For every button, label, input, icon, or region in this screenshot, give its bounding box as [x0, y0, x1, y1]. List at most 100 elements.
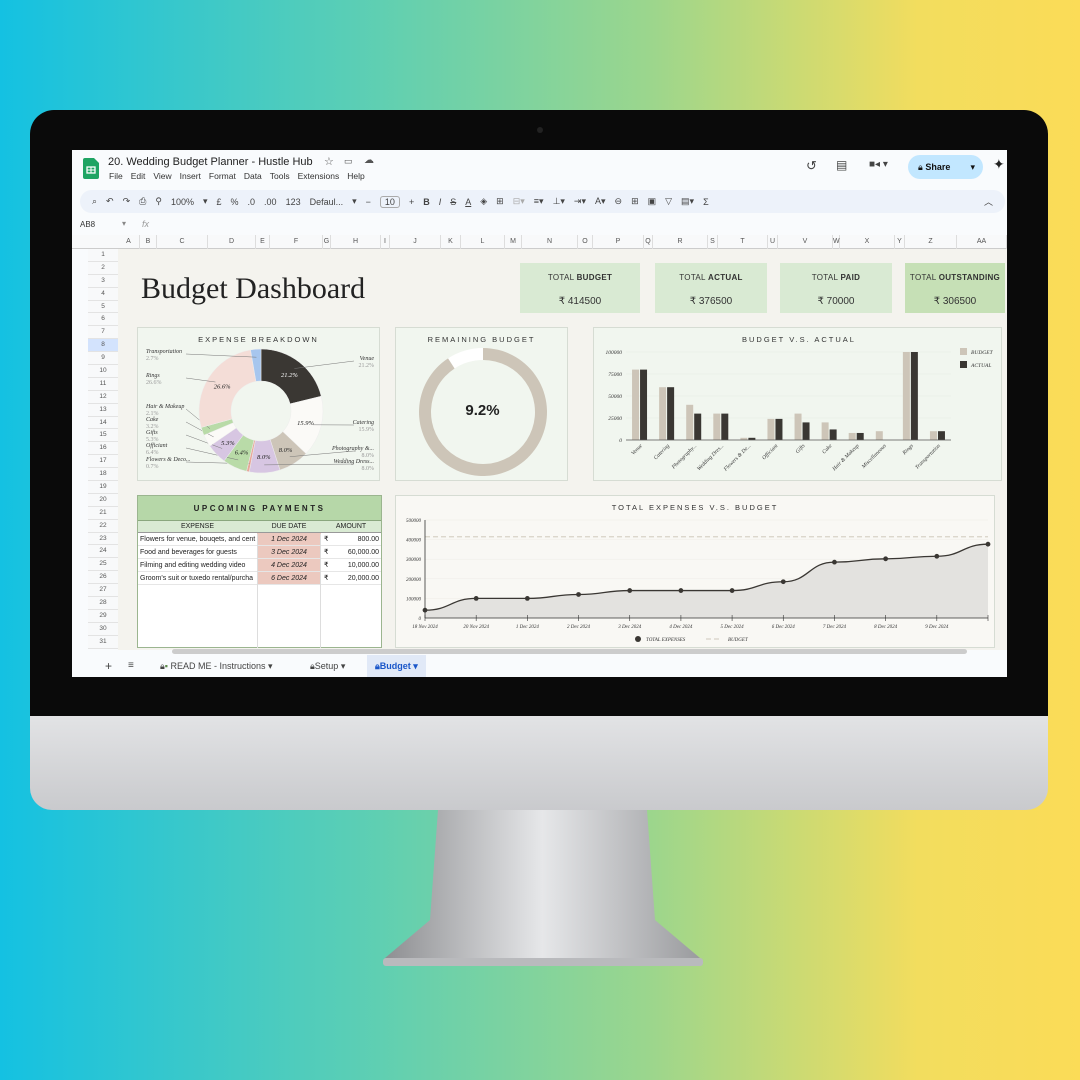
row-header[interactable]: 20 — [88, 494, 118, 507]
comments-icon[interactable]: ▤ — [836, 158, 847, 172]
row-header[interactable]: 28 — [88, 597, 118, 610]
font-size-increase[interactable]: + — [409, 197, 414, 207]
column-header[interactable]: G — [323, 235, 331, 249]
filter-views-icon[interactable]: ▤▾ — [681, 196, 694, 207]
column-header[interactable]: A — [118, 235, 140, 249]
menu-edit[interactable]: Edit — [131, 171, 146, 181]
horizontal-scrollbar[interactable] — [172, 649, 967, 654]
collapse-toolbar-icon[interactable]: ︿ — [984, 195, 993, 208]
column-header[interactable]: S — [708, 235, 718, 249]
font-size-input[interactable]: 10 — [379, 195, 400, 208]
row-header[interactable]: 13 — [88, 404, 118, 417]
row-header[interactable]: 17 — [88, 455, 118, 469]
column-header[interactable]: J — [390, 235, 441, 249]
column-header[interactable]: V — [778, 235, 833, 249]
align-icon[interactable]: ≡▾ — [534, 196, 544, 207]
italic-icon[interactable]: I — [439, 197, 442, 207]
version-history-icon[interactable]: ↺ — [806, 158, 817, 174]
column-header[interactable]: E — [256, 235, 270, 249]
row-header[interactable]: 24 — [88, 545, 118, 559]
menu-help[interactable]: Help — [347, 171, 364, 181]
row-header[interactable]: 30 — [88, 623, 118, 636]
row-header[interactable]: 18 — [88, 468, 118, 482]
strikethrough-icon[interactable]: S — [450, 197, 456, 207]
share-dropdown-icon[interactable]: ▾ — [970, 155, 975, 179]
row-header[interactable]: 14 — [88, 417, 118, 430]
move-folder-icon[interactable]: ▭ — [344, 156, 353, 167]
column-header[interactable]: Y — [895, 235, 905, 249]
row-header[interactable]: 2 — [88, 262, 118, 275]
text-color-icon[interactable]: A — [465, 197, 471, 207]
sheet-tab-read-me[interactable]: 🔒︎▪ READ ME - Instructions ▾ — [160, 661, 273, 672]
column-header[interactable]: P — [593, 235, 644, 249]
menu-tools[interactable]: Tools — [270, 171, 290, 181]
search-icon[interactable]: ⌕ — [92, 196, 97, 207]
row-header[interactable]: 3 — [88, 275, 118, 288]
add-sheet-icon[interactable]: + — [105, 659, 112, 673]
row-header[interactable]: 26 — [88, 571, 118, 585]
comment-icon[interactable]: ⊞ — [631, 196, 639, 207]
redo-icon[interactable]: ↷ — [123, 196, 131, 207]
menu-format[interactable]: Format — [209, 171, 236, 181]
share-button[interactable]: 🔒︎ Share ▾ — [908, 155, 983, 179]
row-header[interactable]: 29 — [88, 610, 118, 623]
chart-icon[interactable]: ▣ — [648, 196, 657, 207]
row-header[interactable]: 12 — [88, 391, 118, 404]
row-header[interactable]: 7 — [88, 326, 118, 340]
all-sheets-icon[interactable]: ≡ — [128, 660, 134, 671]
merge-icon[interactable]: ⊟▾ — [513, 196, 525, 207]
budget-vs-actual-chart[interactable]: BUDGET V.S. ACTUAL 0 25000 50000 75000 10000… — [593, 327, 1002, 481]
row-header[interactable]: 16 — [88, 442, 118, 456]
number-format-button[interactable]: 123 — [286, 197, 301, 207]
column-header[interactable]: F — [270, 235, 323, 249]
column-header[interactable]: T — [718, 235, 768, 249]
row-header[interactable]: 27 — [88, 584, 118, 598]
font-size-decrease[interactable]: − — [366, 197, 371, 207]
table-row[interactable]: Groom's suit or tuxedo rental/purcha 6 De… — [138, 572, 381, 585]
zoom-select[interactable]: 100% — [171, 197, 194, 207]
column-header[interactable]: C — [157, 235, 208, 249]
row-header[interactable]: 22 — [88, 520, 118, 533]
valign-icon[interactable]: ⊥▾ — [553, 196, 565, 207]
column-header[interactable]: Q — [644, 235, 653, 249]
fill-color-icon[interactable]: ◈ — [480, 196, 487, 207]
document-title[interactable]: 20. Wedding Budget Planner - Hustle Hub — [108, 156, 313, 168]
currency-button[interactable]: £ — [217, 197, 222, 207]
table-row[interactable]: Food and beverages for guests 3 Dec 2024 ₹… — [138, 546, 381, 559]
column-header[interactable]: I — [381, 235, 390, 249]
column-header[interactable]: N — [522, 235, 578, 249]
column-header[interactable]: B — [140, 235, 157, 249]
column-header[interactable]: W — [833, 235, 840, 249]
column-header[interactable]: M — [505, 235, 522, 249]
row-header[interactable]: 10 — [88, 365, 118, 378]
filter-icon[interactable]: ▽ — [665, 196, 672, 207]
menu-insert[interactable]: Insert — [180, 171, 201, 181]
sheet-tab-budget[interactable]: 🔒︎Budget ▾ — [367, 655, 426, 677]
row-header[interactable]: 15 — [88, 429, 118, 443]
column-header[interactable]: U — [768, 235, 778, 249]
print-icon[interactable]: ⎙ — [139, 196, 146, 207]
remaining-budget-chart[interactable]: REMAINING BUDGET 9.2% — [395, 327, 568, 481]
functions-icon[interactable]: Σ — [703, 197, 709, 207]
undo-icon[interactable]: ↶ — [106, 196, 114, 207]
column-header[interactable]: D — [208, 235, 256, 249]
column-header[interactable]: R — [653, 235, 708, 249]
table-row[interactable]: Flowers for venue, bouqets, and cent 1 De… — [138, 533, 381, 546]
cloud-status-icon[interactable]: ☁ — [364, 155, 374, 166]
meet-icon[interactable]: ■◂ ▾ — [869, 159, 888, 170]
name-box[interactable]: AB8 — [80, 220, 95, 229]
percent-button[interactable]: % — [231, 197, 239, 207]
column-header[interactable]: H — [331, 235, 381, 249]
row-header[interactable]: 31 — [88, 636, 118, 649]
star-icon[interactable]: ☆ — [324, 155, 334, 168]
gemini-icon[interactable]: ✦ — [993, 156, 1005, 173]
row-header[interactable]: 23 — [88, 533, 118, 546]
column-header[interactable]: Z — [905, 235, 957, 249]
total-expenses-vs-budget-chart[interactable]: TOTAL EXPENSES V.S. BUDGET 0 100000 200000… — [395, 495, 995, 648]
row-header[interactable]: 25 — [88, 558, 118, 572]
font-select[interactable]: Defaul... — [310, 197, 344, 207]
column-header[interactable]: K — [441, 235, 461, 249]
expense-breakdown-chart[interactable]: EXPENSE BREAKDOWN 21.2% Venue 21.2% 15.9% Ca… — [137, 327, 380, 481]
menu-data[interactable]: Data — [244, 171, 262, 181]
bold-icon[interactable]: B — [423, 197, 430, 207]
